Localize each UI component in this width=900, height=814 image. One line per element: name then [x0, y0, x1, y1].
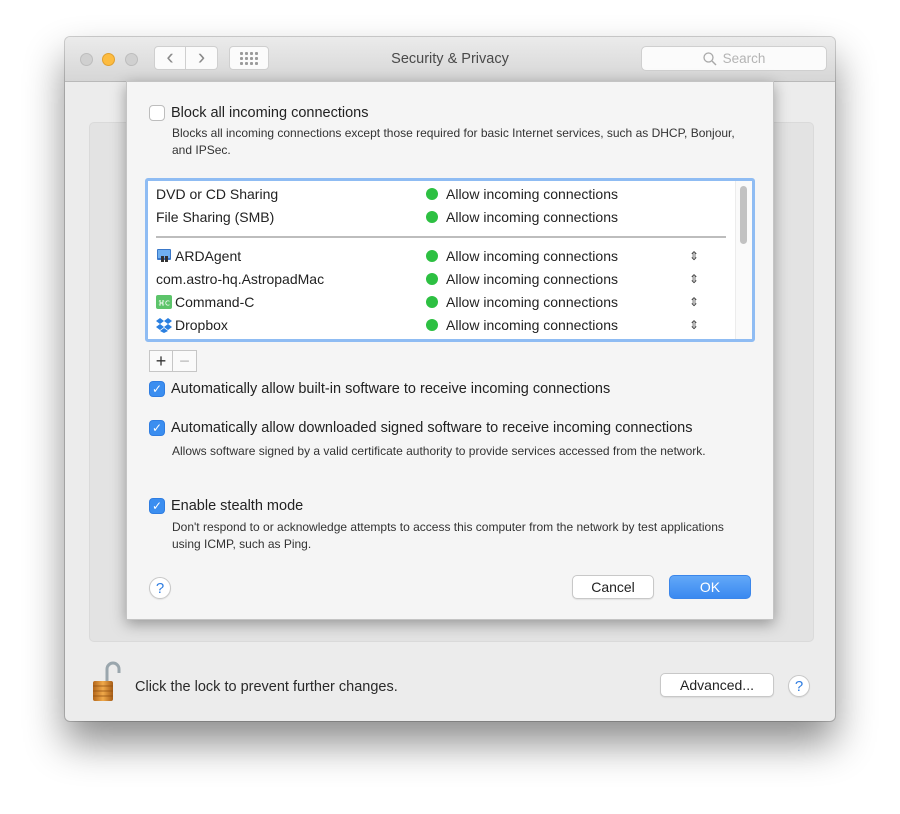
add-app-button[interactable]: + — [149, 350, 173, 372]
app-name: ARDAgent — [175, 248, 242, 264]
up-down-chevron-icon[interactable]: ⇕ — [689, 249, 699, 263]
ardagent-icon — [157, 249, 171, 262]
advanced-button[interactable]: Advanced... — [660, 673, 774, 697]
app-name: Command-C — [175, 294, 255, 310]
up-down-chevron-icon[interactable]: ⇕ — [689, 295, 699, 309]
list-item[interactable]: com.astro-hq.AstropadMac Allow incoming … — [156, 268, 726, 290]
list-separator — [156, 236, 726, 238]
app-status: Allow incoming connections — [446, 271, 618, 287]
auto-signed-checkbox[interactable]: ✓ — [149, 420, 165, 436]
lock-message: Click the lock to prevent further change… — [135, 679, 398, 695]
up-down-chevron-icon[interactable]: ⇕ — [689, 272, 699, 286]
status-dot-icon — [426, 211, 438, 223]
auto-signed-description: Allows software signed by a valid certif… — [172, 444, 706, 458]
command-c-icon: ⌘C — [156, 295, 172, 309]
stealth-mode-description: Don't respond to or acknowledge attempts… — [172, 520, 724, 551]
block-all-label: Block all incoming connections — [171, 105, 369, 121]
app-status: Allow incoming connections — [446, 248, 618, 264]
list-item[interactable]: DVD or CD Sharing Allow incoming connect… — [156, 183, 726, 205]
search-field[interactable]: Search — [641, 46, 827, 71]
search-icon — [702, 51, 717, 65]
app-status: Allow incoming connections — [446, 317, 618, 333]
scrollbar-thumb[interactable] — [740, 186, 747, 244]
footer: Click the lock to prevent further change… — [65, 637, 835, 721]
status-dot-icon — [426, 250, 438, 262]
dropbox-icon — [156, 318, 172, 333]
status-dot-icon — [426, 273, 438, 285]
svg-text:⌘C: ⌘C — [158, 300, 170, 308]
status-dot-icon — [426, 188, 438, 200]
list-scrollbar[interactable] — [735, 181, 752, 339]
cancel-button[interactable]: Cancel — [572, 575, 654, 599]
auto-builtin-checkbox[interactable]: ✓ — [149, 381, 165, 397]
service-name: DVD or CD Sharing — [156, 186, 279, 202]
list-item[interactable]: ⌘C Command-C Allow incoming connections … — [156, 291, 726, 313]
block-all-checkbox[interactable] — [149, 105, 165, 121]
status-dot-icon — [426, 296, 438, 308]
remove-app-button[interactable]: − — [173, 350, 197, 372]
service-status: Allow incoming connections — [446, 209, 618, 225]
app-status: Allow incoming connections — [446, 294, 618, 310]
list-item[interactable]: File Sharing (SMB) Allow incoming connec… — [156, 206, 726, 228]
list-item[interactable]: ARDAgent Allow incoming connections ⇕ — [156, 245, 726, 267]
status-dot-icon — [426, 319, 438, 331]
service-status: Allow incoming connections — [446, 186, 618, 202]
stealth-mode-checkbox[interactable]: ✓ — [149, 498, 165, 514]
block-all-description: Blocks all incoming connections except t… — [172, 126, 735, 157]
list-item[interactable]: Dropbox Allow incoming connections ⇕ — [156, 314, 726, 336]
ok-button[interactable]: OK — [669, 575, 751, 599]
firewall-options-sheet: Block all incoming connections Blocks al… — [126, 81, 774, 620]
help-button[interactable]: ? — [788, 675, 810, 697]
unlocked-lock-icon[interactable] — [91, 661, 123, 703]
app-name: Dropbox — [175, 317, 228, 333]
auto-builtin-label: Automatically allow built-in software to… — [171, 381, 611, 397]
search-placeholder: Search — [722, 51, 766, 66]
add-remove-control: + − — [149, 350, 197, 372]
up-down-chevron-icon[interactable]: ⇕ — [689, 318, 699, 332]
auto-signed-label: Automatically allow downloaded signed so… — [171, 420, 693, 436]
app-name: com.astro-hq.AstropadMac — [156, 271, 325, 287]
sheet-help-button[interactable]: ? — [149, 577, 171, 599]
stealth-mode-label: Enable stealth mode — [171, 498, 304, 514]
service-name: File Sharing (SMB) — [156, 209, 275, 225]
firewall-app-list[interactable]: DVD or CD Sharing Allow incoming connect… — [145, 178, 755, 342]
titlebar: ‹ › Security & Privacy Search — [65, 37, 835, 82]
